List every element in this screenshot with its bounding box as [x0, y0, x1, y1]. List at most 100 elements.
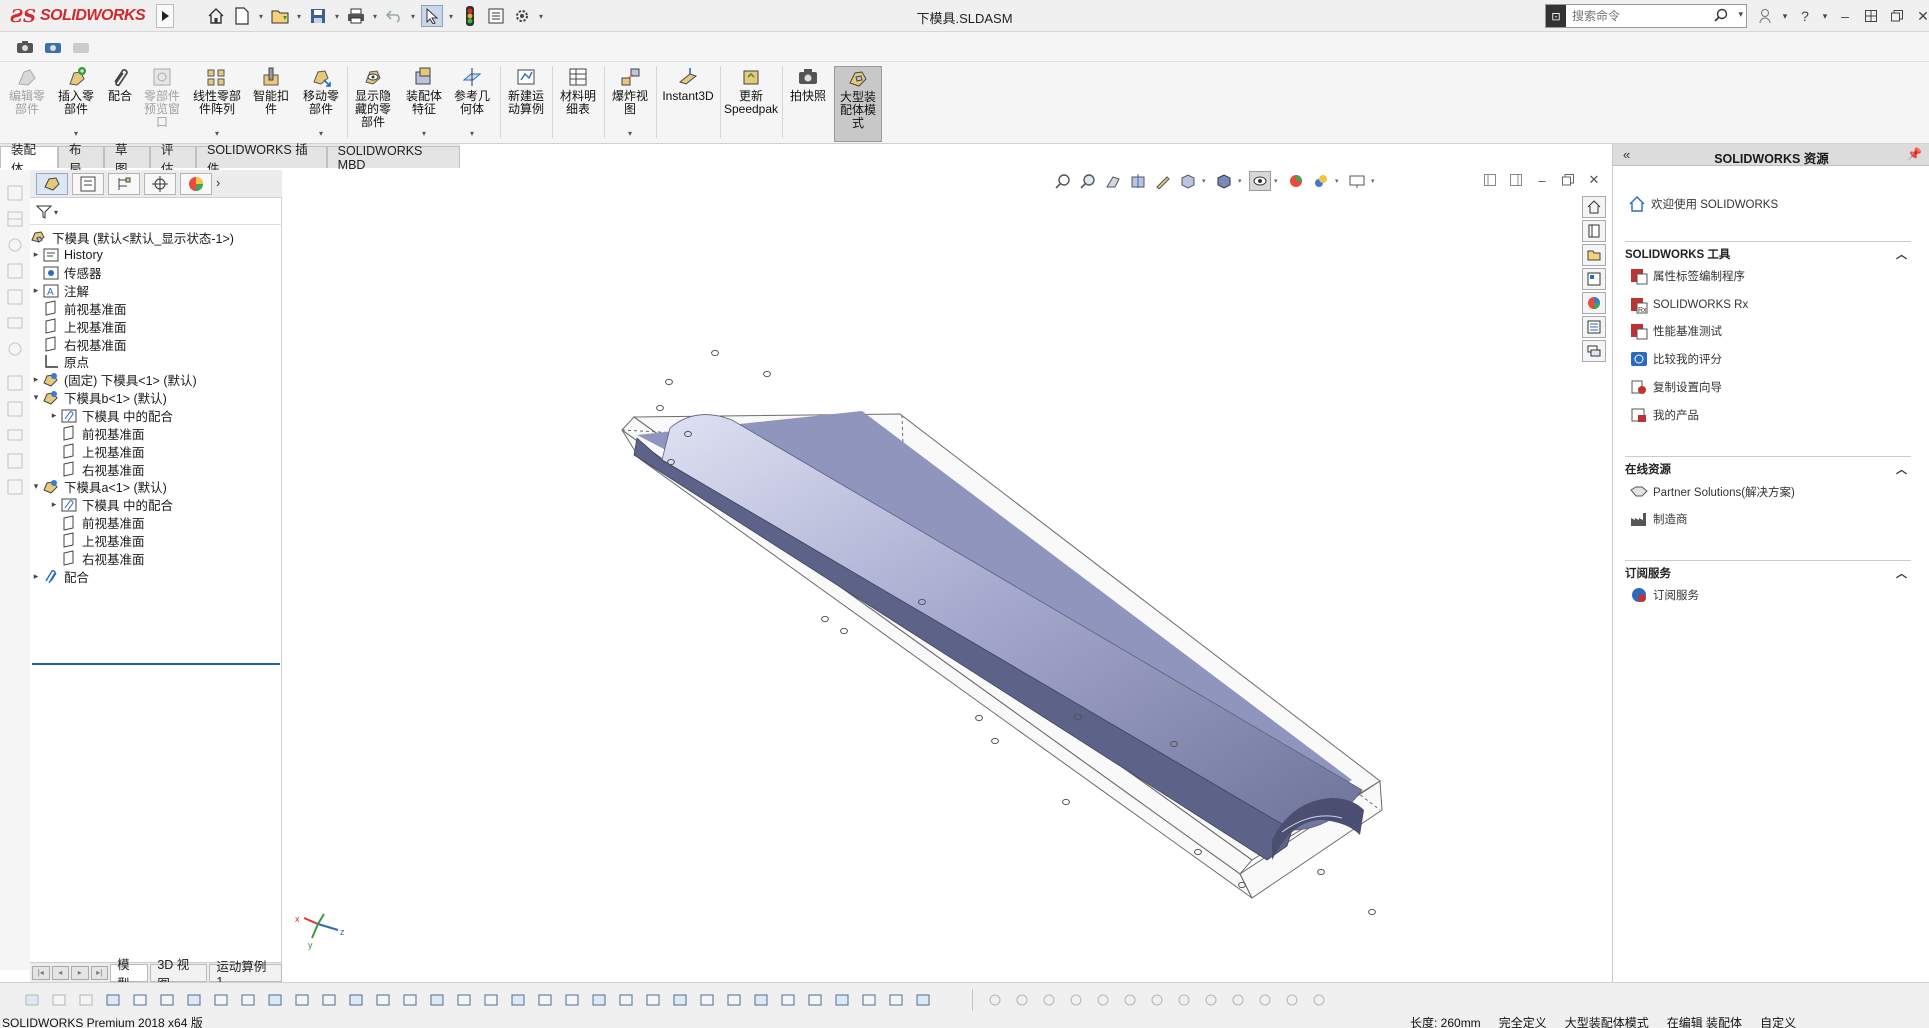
- custom-properties-icon[interactable]: [1582, 316, 1606, 338]
- instant3d-button[interactable]: Instant3D: [660, 66, 716, 142]
- tab-solidworks-addins[interactable]: SOLIDWORKS 插件: [196, 143, 327, 176]
- print-icon[interactable]: [345, 5, 367, 27]
- design-library-icon[interactable]: [1582, 220, 1606, 242]
- graph-icon[interactable]: [616, 990, 636, 1010]
- check-icon[interactable]: [508, 990, 528, 1010]
- propertymanager-tab[interactable]: [72, 173, 104, 195]
- close-icon[interactable]: ✕: [1913, 5, 1929, 27]
- expand-arrow-icon[interactable]: ▸: [30, 249, 42, 260]
- cube-icon[interactable]: [265, 990, 285, 1010]
- smart-fasteners-button[interactable]: 智能扣 件: [250, 66, 292, 142]
- dropdown-arrow-icon[interactable]: ▾: [422, 127, 426, 140]
- mate-button[interactable]: 配合: [102, 66, 138, 142]
- welcome-link[interactable]: 欢迎使用 SOLIDWORKS: [1627, 194, 1778, 214]
- sketch-tool-icon[interactable]: [1309, 990, 1329, 1010]
- exploded-view-button[interactable]: 爆炸视 图 ▾: [608, 66, 652, 142]
- section-solidworks-tools[interactable]: SOLIDWORKS 工具 ︿: [1625, 241, 1911, 261]
- text-icon[interactable]: [589, 990, 609, 1010]
- dropdown-arrow-icon[interactable]: ▾: [409, 12, 417, 21]
- featuremanager-tab[interactable]: [36, 173, 68, 195]
- tab-assembly[interactable]: 装配体: [0, 143, 58, 176]
- sketch-tool-icon[interactable]: [1039, 990, 1059, 1010]
- collapse-arrow-icon[interactable]: ▾: [30, 392, 42, 403]
- bracket-icon[interactable]: [400, 990, 420, 1010]
- save-icon[interactable]: [307, 5, 329, 27]
- link-partner-solutions[interactable]: Partner Solutions(解决方案): [1629, 482, 1795, 502]
- tab-3d-views[interactable]: 3D 视图: [150, 958, 208, 991]
- dropdown-arrow-icon[interactable]: ▾: [470, 127, 474, 140]
- weld-icon[interactable]: [697, 990, 717, 1010]
- pin-icon[interactable]: 📌: [1907, 147, 1922, 161]
- prev-tab-icon[interactable]: ◂: [51, 965, 70, 980]
- dropdown-arrow-icon[interactable]: ▾: [537, 12, 545, 21]
- shortcut-icon[interactable]: [6, 478, 24, 496]
- zoom-icon[interactable]: [562, 990, 582, 1010]
- next-tab-icon[interactable]: ▸: [71, 965, 89, 980]
- shortcut-icon[interactable]: [6, 400, 24, 418]
- new-document-icon[interactable]: [231, 5, 253, 27]
- dropdown-arrow-icon[interactable]: ▾: [1738, 9, 1743, 20]
- tile-windows-icon[interactable]: [1861, 5, 1881, 27]
- plane-icon[interactable]: [211, 990, 231, 1010]
- user-icon[interactable]: [1755, 5, 1775, 27]
- rectangle-icon[interactable]: [319, 990, 339, 1010]
- sketch-shortcut-icon[interactable]: [6, 184, 24, 202]
- palette-icon[interactable]: [778, 990, 798, 1010]
- tab-sketch[interactable]: 草图: [104, 143, 150, 176]
- sketch-tool-icon[interactable]: [1147, 990, 1167, 1010]
- graphics-area[interactable]: ▾ ▾ ▾ ▾ ▾ – ✕ x z y: [282, 170, 1612, 982]
- tab-layout[interactable]: 布局: [58, 143, 104, 176]
- collapse-arrow-icon[interactable]: ▾: [30, 481, 42, 492]
- tool-compare-scores[interactable]: 比较我的评分: [1629, 349, 1722, 369]
- filter-icon[interactable]: [76, 990, 96, 1010]
- arrow-icon[interactable]: [832, 990, 852, 1010]
- sketch-tool-icon[interactable]: [1282, 990, 1302, 1010]
- status-mode[interactable]: 大型装配体模式: [1565, 1016, 1649, 1028]
- link-manufacturers[interactable]: 制造商: [1629, 509, 1688, 529]
- tab-model[interactable]: 模型: [110, 958, 149, 991]
- section-online-resources[interactable]: 在线资源 ︿: [1625, 456, 1911, 476]
- dropdown-arrow-icon[interactable]: ▾: [371, 12, 379, 21]
- tab-motion-study[interactable]: 运动算例 1: [209, 960, 282, 989]
- cylindrical-part[interactable]: [633, 411, 1364, 861]
- search-icon[interactable]: [1714, 8, 1728, 22]
- tool-solidworks-rx[interactable]: Rx SOLIDWORKS Rx: [1629, 295, 1748, 315]
- expand-arrow-icon[interactable]: ▸: [30, 571, 42, 582]
- note-icon[interactable]: [535, 990, 555, 1010]
- view-palette-icon[interactable]: [1582, 268, 1606, 290]
- search-input[interactable]: [1566, 6, 1706, 26]
- options-gear-icon[interactable]: [511, 5, 533, 27]
- expand-arrow-icon[interactable]: ▸: [48, 499, 60, 510]
- update-speedpak-button[interactable]: 更新 Speedpak: [724, 66, 778, 142]
- bill-of-materials-button[interactable]: 材料明 细表: [556, 66, 600, 142]
- take-snapshot-button[interactable]: 拍快照: [786, 66, 830, 142]
- camera-icon[interactable]: [14, 37, 36, 57]
- line-icon[interactable]: [886, 990, 906, 1010]
- sketch-tool-icon[interactable]: [1120, 990, 1140, 1010]
- show-hidden-components-button[interactable]: 显示隐 藏的零 部件: [352, 66, 394, 142]
- sketch-tool-icon[interactable]: [1174, 990, 1194, 1010]
- filter-icon[interactable]: [49, 990, 69, 1010]
- sketch-tool-icon[interactable]: [1066, 990, 1086, 1010]
- table-icon[interactable]: [481, 990, 501, 1010]
- dropdown-arrow-icon[interactable]: ▾: [628, 127, 632, 140]
- search-commands-box[interactable]: ⊡ ▾: [1545, 4, 1747, 28]
- chevron-up-icon[interactable]: ︿: [1896, 565, 1907, 581]
- dimxpertmanager-tab[interactable]: [144, 173, 176, 195]
- solidworks-logo[interactable]: ƧS SOLIDWORKS: [10, 4, 146, 28]
- file-properties-icon[interactable]: [485, 5, 507, 27]
- new-motion-study-button[interactable]: 新建运 动算例: [504, 66, 548, 142]
- dropdown-arrow-icon[interactable]: ▾: [447, 12, 455, 21]
- tool-copy-settings-wizard[interactable]: 复制设置向导: [1629, 377, 1722, 397]
- restore-icon[interactable]: [1887, 5, 1907, 27]
- sketch-tool-icon[interactable]: [1012, 990, 1032, 1010]
- section-subscription-services[interactable]: 订阅服务 ︿: [1625, 560, 1911, 580]
- sketch-tool-icon[interactable]: [1201, 990, 1221, 1010]
- large-assembly-mode-button[interactable]: 大型装 配体模 式: [834, 66, 882, 142]
- insert-component-button[interactable]: 插入零 部件 ▾: [52, 66, 100, 142]
- sketch-tool-icon[interactable]: [1093, 990, 1113, 1010]
- last-tab-icon[interactable]: ▸|: [90, 965, 109, 980]
- snapshot-icon[interactable]: [42, 37, 64, 57]
- shortcut-icon[interactable]: [6, 452, 24, 470]
- edit-component-button[interactable]: 编辑零 部件: [4, 66, 50, 142]
